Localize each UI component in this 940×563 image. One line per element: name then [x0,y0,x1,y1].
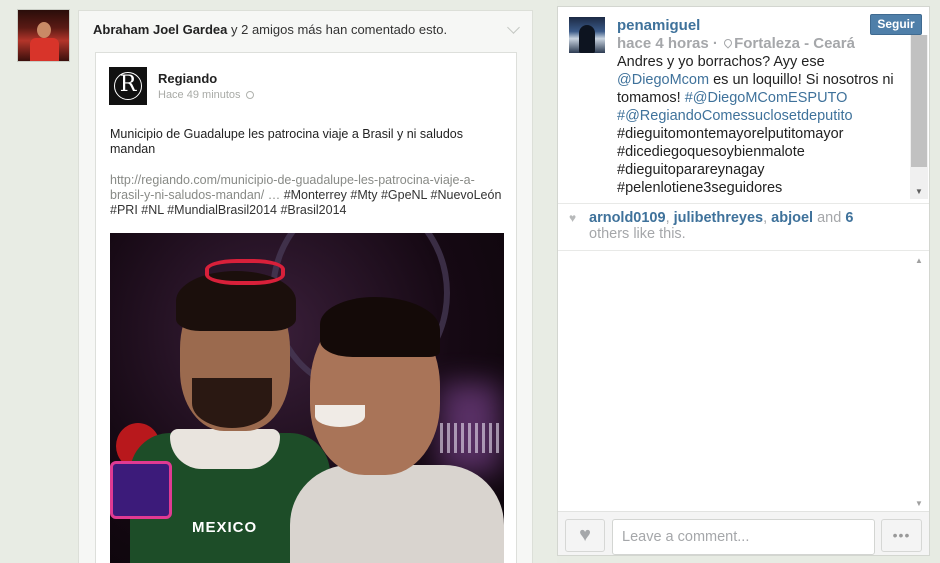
user-avatar[interactable] [569,17,605,53]
shirt-text: MEXICO [192,519,258,536]
scroll-down-arrow-icon[interactable]: ▼ [915,499,923,508]
mention-link[interactable]: @DiegoMcom [617,72,709,88]
mention-link[interactable]: #@RegiandoComessuclosetdeputito [617,108,853,124]
follow-button[interactable]: Seguir [870,14,922,35]
more-options-button[interactable]: ••• [881,519,922,552]
page-gutter [930,0,940,563]
comment-input[interactable] [612,519,875,555]
location-link[interactable]: Fortaleza - Ceará [734,35,855,52]
heart-icon: ♥ [579,524,591,546]
scroll-up-arrow-icon[interactable]: ▲ [915,256,923,265]
divider [558,203,929,204]
post-link-block: http://regiando.com/municipio-de-guadalu… [110,173,508,218]
regiando-logo[interactable]: R [109,67,147,105]
logo-letter: R [119,72,137,97]
story-header-rest: y 2 amigos más han comentado esto. [227,22,448,37]
liker-link[interactable]: abjoel [771,210,813,226]
comment-bar: ♥ ••• [558,511,929,555]
left-panel: Abraham Joel Gardea y 2 amigos más han c… [0,0,557,563]
liker-link[interactable]: arnold0109 [589,210,666,226]
facebook-story-card: Abraham Joel Gardea y 2 amigos más han c… [78,10,533,563]
link-ellipsis: … [264,188,284,202]
divider [558,250,929,251]
instagram-detail-panel: penamiguel hace 4 horas · Fortaleza - Ce… [557,6,930,556]
likes-count[interactable]: 6 [845,210,853,226]
shared-post-card: R Regiando Hace 49 minutos Municipio de … [95,52,517,563]
globe-icon [245,91,254,99]
heart-icon: ♥ [569,211,577,225]
post-meta: hace 4 horas · Fortaleza - Ceará [617,35,855,52]
post-text: Municipio de Guadalupe les patrocina via… [110,127,463,156]
post-time: hace 4 horas [617,35,709,52]
chevron-down-icon[interactable] [507,21,520,34]
liker-link[interactable]: julibethreyes [674,210,763,226]
post-time: Hace 49 minutos [158,89,254,101]
likes-summary: arnold0109, julibethreyes, abjoel and 6 … [589,210,854,242]
microphone [110,461,172,519]
like-button[interactable]: ♥ [565,519,605,552]
story-header: Abraham Joel Gardea y 2 amigos más han c… [93,22,447,37]
scroll-down-arrow-icon[interactable]: ▼ [915,187,923,196]
comments-scrollbar[interactable]: ▲ ▼ [910,253,928,511]
friend-avatar[interactable] [17,9,70,62]
page-name[interactable]: Regiando [158,71,217,86]
post-time-text[interactable]: Hace 49 minutos [158,89,241,101]
more-icon: ••• [892,527,911,543]
scrollbar-thumb[interactable] [911,35,927,167]
story-header-names[interactable]: Abraham Joel Gardea [93,22,227,37]
username[interactable]: penamiguel [617,17,700,34]
post-photo[interactable]: MEXICO [110,233,504,563]
caption: Andres y yo borrachos? Ayy ese @DiegoMco… [617,54,894,196]
mention-link[interactable]: #@DiegoMComESPUTO [685,90,848,106]
location-pin-icon [722,37,734,49]
caption-scrollbar[interactable]: ▼ [910,35,928,199]
